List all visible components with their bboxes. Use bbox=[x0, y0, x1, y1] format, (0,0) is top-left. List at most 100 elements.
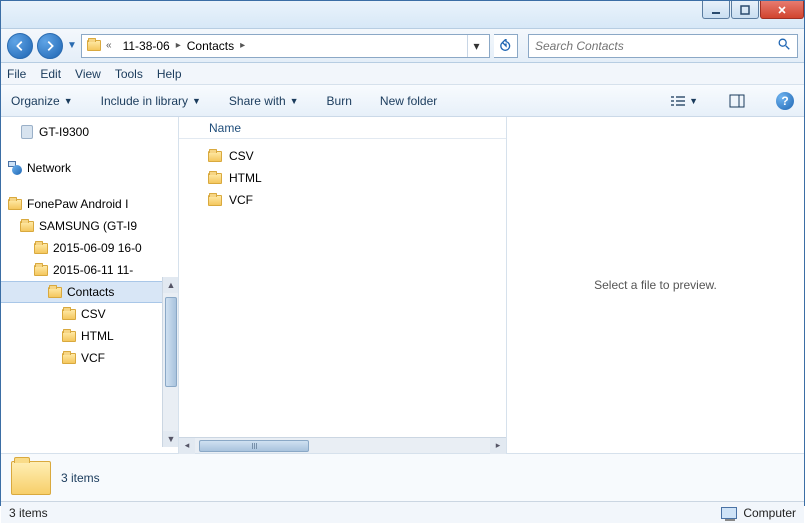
details-pane: 3 items bbox=[1, 453, 804, 501]
list-view-icon bbox=[669, 94, 687, 108]
status-bar: 3 items Computer bbox=[1, 501, 804, 523]
file-list: CSV HTML VCF bbox=[179, 139, 506, 437]
include-in-library-button[interactable]: Include in library ▼ bbox=[101, 94, 201, 108]
tree-label: 2015-06-09 16-0 bbox=[53, 241, 142, 255]
minimize-button[interactable] bbox=[702, 1, 730, 19]
tree-item-vcf[interactable]: VCF bbox=[1, 347, 178, 369]
chevron-down-icon: ▼ bbox=[290, 96, 299, 106]
tree-vertical-scrollbar[interactable]: ▲ ▼ bbox=[162, 277, 178, 447]
folder-icon bbox=[47, 284, 63, 300]
tree-item-date2[interactable]: 2015-06-11 11- bbox=[1, 259, 178, 281]
details-summary: 3 items bbox=[61, 471, 100, 485]
forward-button[interactable] bbox=[37, 33, 63, 59]
tree-item-date1[interactable]: 2015-06-09 16-0 bbox=[1, 237, 178, 259]
search-input[interactable] bbox=[535, 39, 777, 53]
address-breadcrumb[interactable]: « 11-38-06 ▸ Contacts ▸ ▾ bbox=[81, 34, 490, 58]
window-titlebar bbox=[1, 1, 804, 29]
menu-view[interactable]: View bbox=[75, 67, 101, 81]
chevron-right-icon[interactable]: ▸ bbox=[173, 40, 184, 51]
navigation-bar: ▼ « 11-38-06 ▸ Contacts ▸ ▾ bbox=[1, 29, 804, 63]
view-options-button[interactable]: ▼ bbox=[669, 94, 698, 108]
scroll-right-arrow[interactable]: ▸ bbox=[490, 438, 506, 454]
chevron-down-icon: ▼ bbox=[192, 96, 201, 106]
burn-label: Burn bbox=[327, 94, 352, 108]
preview-pane-toggle[interactable] bbox=[726, 90, 748, 112]
tree-item-csv[interactable]: CSV bbox=[1, 303, 178, 325]
nav-history-dropdown[interactable]: ▼ bbox=[67, 40, 77, 51]
folder-icon bbox=[33, 240, 49, 256]
status-location: Computer bbox=[743, 506, 796, 520]
burn-button[interactable]: Burn bbox=[327, 94, 352, 108]
breadcrumb-overflow[interactable]: « bbox=[103, 40, 115, 51]
folder-icon bbox=[207, 170, 223, 186]
item-label: CSV bbox=[229, 149, 254, 163]
folder-icon bbox=[7, 196, 23, 212]
preview-pane: Select a file to preview. bbox=[507, 117, 804, 453]
search-icon[interactable] bbox=[777, 37, 791, 54]
chevron-right-icon[interactable]: ▸ bbox=[237, 40, 248, 51]
scroll-left-arrow[interactable]: ◂ bbox=[179, 438, 195, 454]
address-dropdown[interactable]: ▾ bbox=[467, 35, 485, 57]
include-label: Include in library bbox=[101, 94, 188, 108]
main-content: GT-I9300 Network FonePaw Android I SAMSU… bbox=[1, 117, 804, 453]
menu-file[interactable]: File bbox=[7, 67, 26, 81]
tree-item-network[interactable]: Network bbox=[1, 157, 178, 179]
folder-icon bbox=[207, 192, 223, 208]
scroll-track[interactable] bbox=[195, 438, 490, 454]
menu-tools[interactable]: Tools bbox=[115, 67, 143, 81]
tree-label: CSV bbox=[81, 307, 106, 321]
new-folder-button[interactable]: New folder bbox=[380, 94, 437, 108]
scroll-thumb[interactable] bbox=[165, 297, 177, 387]
status-right: Computer bbox=[721, 506, 796, 520]
tree-label: Network bbox=[27, 161, 71, 175]
breadcrumb-seg-2[interactable]: Contacts bbox=[185, 39, 236, 53]
search-box[interactable] bbox=[528, 34, 798, 58]
maximize-button[interactable] bbox=[731, 1, 759, 19]
list-item[interactable]: VCF bbox=[189, 189, 496, 211]
folder-icon bbox=[11, 461, 51, 495]
window-controls bbox=[701, 1, 804, 19]
organize-label: Organize bbox=[11, 94, 60, 108]
tree-label: HTML bbox=[81, 329, 114, 343]
chevron-down-icon: ▼ bbox=[689, 96, 698, 106]
file-list-pane: Name CSV HTML VCF ◂ ▸ bbox=[179, 117, 507, 453]
menu-edit[interactable]: Edit bbox=[40, 67, 61, 81]
close-button[interactable] bbox=[760, 1, 804, 19]
list-item[interactable]: CSV bbox=[189, 145, 496, 167]
tree-item-samsung[interactable]: SAMSUNG (GT-I9 bbox=[1, 215, 178, 237]
new-folder-label: New folder bbox=[380, 94, 437, 108]
menu-help[interactable]: Help bbox=[157, 67, 182, 81]
tree-item-contacts[interactable]: Contacts bbox=[1, 281, 178, 303]
breadcrumb-seg-1[interactable]: 11-38-06 bbox=[121, 39, 172, 53]
item-label: VCF bbox=[229, 193, 253, 207]
help-button[interactable]: ? bbox=[776, 92, 794, 110]
scroll-thumb[interactable] bbox=[199, 440, 309, 452]
chevron-down-icon: ▼ bbox=[64, 96, 73, 106]
tree-item-html[interactable]: HTML bbox=[1, 325, 178, 347]
tree-label: GT-I9300 bbox=[39, 125, 89, 139]
folder-icon bbox=[207, 148, 223, 164]
refresh-button[interactable] bbox=[494, 34, 518, 58]
column-header-name[interactable]: Name bbox=[179, 117, 506, 139]
folder-icon bbox=[19, 218, 35, 234]
tree-label: FonePaw Android I bbox=[27, 197, 128, 211]
folder-icon bbox=[61, 328, 77, 344]
back-button[interactable] bbox=[7, 33, 33, 59]
share-label: Share with bbox=[229, 94, 286, 108]
folder-icon bbox=[61, 350, 77, 366]
folder-icon bbox=[86, 38, 102, 54]
tree-label: VCF bbox=[81, 351, 105, 365]
folder-icon bbox=[61, 306, 77, 322]
share-with-button[interactable]: Share with ▼ bbox=[229, 94, 299, 108]
scroll-down-arrow[interactable]: ▼ bbox=[163, 431, 179, 447]
tree-item-app[interactable]: FonePaw Android I bbox=[1, 193, 178, 215]
organize-button[interactable]: Organize ▼ bbox=[11, 94, 73, 108]
list-horizontal-scrollbar[interactable]: ◂ ▸ bbox=[179, 437, 506, 453]
status-item-count: 3 items bbox=[9, 506, 48, 520]
list-item[interactable]: HTML bbox=[189, 167, 496, 189]
scroll-up-arrow[interactable]: ▲ bbox=[163, 277, 179, 293]
tree-item-device[interactable]: GT-I9300 bbox=[1, 121, 178, 143]
help-icon: ? bbox=[781, 94, 788, 108]
network-icon bbox=[7, 160, 23, 176]
menu-bar: File Edit View Tools Help bbox=[1, 63, 804, 85]
